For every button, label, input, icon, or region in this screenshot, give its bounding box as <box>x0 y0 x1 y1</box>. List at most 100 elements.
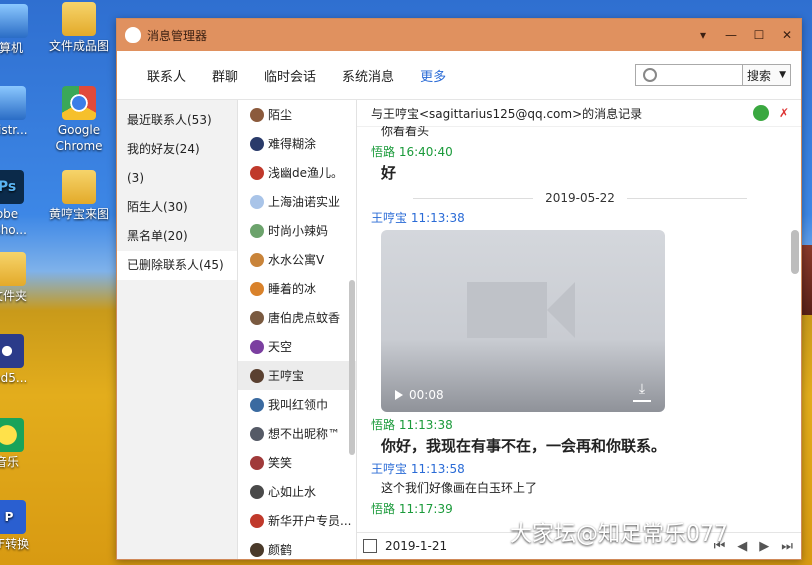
tab-contacts[interactable]: 联系人 <box>147 66 186 85</box>
desktop-icon-label: nistr... <box>0 123 28 137</box>
video-duration-text: 00:08 <box>409 388 444 402</box>
contact-item[interactable]: 心如止水 <box>238 477 356 506</box>
chat-log-header: 与王哼宝<sagittarius125@qq.com>的消息记录 <box>371 106 643 121</box>
avatar <box>250 136 264 151</box>
contact-item[interactable]: 上海油诺实业 <box>238 187 356 216</box>
message-time: 11:13:58 <box>410 462 465 476</box>
computer-icon <box>0 4 28 38</box>
contact-name: 笑笑 <box>268 456 293 470</box>
tab-system-messages[interactable]: 系统消息 <box>342 66 394 85</box>
chevron-down-icon: ▼ <box>779 70 786 80</box>
desktop-icon-pdf[interactable]: P DF转换 <box>0 500 44 552</box>
next-page-button[interactable]: ▶ <box>759 539 769 554</box>
desktop-icon-label: 文件夹 <box>0 289 27 303</box>
contact-list-scrollbar[interactable] <box>349 280 355 455</box>
contact-item[interactable]: 颜鹤 <box>238 535 356 559</box>
refresh-icon[interactable] <box>753 105 769 121</box>
desktop-icon-computer[interactable]: 算机 <box>0 4 46 56</box>
message-text: 你好，我现在有事不在，一会再和你联系。 <box>381 437 667 455</box>
footer-date: 2019-1-21 <box>385 539 448 553</box>
avatar <box>250 484 264 499</box>
contact-item[interactable]: 笑笑 <box>238 448 356 477</box>
video-camera-icon <box>467 282 547 338</box>
contact-item[interactable]: 浅幽de渔儿。 <box>238 158 356 187</box>
contact-name: 我叫红领巾 <box>268 398 329 412</box>
message-time: 11:13:38 <box>398 418 453 432</box>
desktop-icon-autocad[interactable]: cad5... <box>0 334 42 386</box>
desktop-icon-label: 音乐 <box>0 455 19 469</box>
date-separator: 2019-05-22 <box>371 191 789 205</box>
desktop-icon-label: obe osho... <box>0 207 27 237</box>
delete-icon[interactable]: ✗ <box>779 105 795 121</box>
contact-item[interactable]: 时尚小辣妈 <box>238 216 356 245</box>
minimize-button[interactable]: — <box>717 19 745 51</box>
desktop-icon-label: Google Chrome <box>55 123 103 153</box>
calendar-icon[interactable] <box>363 539 377 553</box>
avatar <box>250 223 264 238</box>
contact-name: 上海油诺实业 <box>268 195 341 209</box>
category-item[interactable]: 已删除联系人(45) <box>117 251 237 280</box>
contact-item[interactable]: 难得糊涂 <box>238 129 356 158</box>
desktop-icon-label: 黄哼宝来图 <box>48 207 109 221</box>
last-page-button[interactable]: ⏭ <box>781 539 793 554</box>
avatar <box>250 252 264 267</box>
menu-dropdown-button[interactable]: ▾ <box>689 19 717 51</box>
contact-name: 王哼宝 <box>268 369 305 383</box>
contact-item[interactable]: 睡着的冰 <box>238 274 356 303</box>
video-camera-lens <box>547 282 575 338</box>
category-item[interactable]: 黑名单(20) <box>117 222 237 251</box>
video-duration: 00:08 <box>395 388 444 402</box>
prev-page-button[interactable]: ◀ <box>737 539 747 554</box>
close-button[interactable]: ✕ <box>773 19 801 51</box>
contact-item[interactable]: 新华开户专员... <box>238 506 356 535</box>
contact-name: 睡着的冰 <box>268 282 317 296</box>
avatar <box>250 455 264 470</box>
desktop-icon-music[interactable]: 音乐 <box>0 418 42 470</box>
contact-item[interactable]: 陌尘 <box>238 100 356 129</box>
contact-item[interactable]: 王哼宝 <box>238 361 356 390</box>
desktop-icon-label: 算机 <box>0 41 23 55</box>
autocad-icon <box>0 334 24 368</box>
tab-more[interactable]: 更多 <box>420 66 446 85</box>
category-item[interactable]: 最近联系人(53) <box>117 106 237 135</box>
category-list: 最近联系人(53) 我的好友(24) (3) 陌生人(30) 黑名单(20) 已删除联系人… <box>117 100 238 559</box>
sender-name: 悟路 <box>371 145 396 159</box>
desktop-icon-label: cad5... <box>0 371 28 385</box>
category-item[interactable]: (3) <box>117 164 237 193</box>
desktop-icon-folder-finished[interactable]: 文件成品图 <box>44 2 114 54</box>
sender-name: 王哼宝 <box>371 211 408 225</box>
message-text: 好 <box>381 164 397 182</box>
search-button[interactable]: 搜索 ▼ <box>743 64 791 86</box>
download-icon[interactable]: ⤓ <box>633 382 651 402</box>
category-item[interactable]: 陌生人(30) <box>117 193 237 222</box>
avatar <box>250 368 264 383</box>
message-scrollbar[interactable] <box>791 230 799 274</box>
maximize-button[interactable]: ☐ <box>745 19 773 51</box>
music-icon <box>0 418 24 452</box>
tab-temp-sessions[interactable]: 临时会话 <box>264 66 316 85</box>
avatar <box>250 165 264 180</box>
contact-item[interactable]: 唐伯虎点蚊香 <box>238 303 356 332</box>
desktop-icon-label: 文件成品图 <box>48 39 109 53</box>
desktop-icon-folder-huang[interactable]: 黄哼宝来图 <box>44 170 114 222</box>
tab-groups[interactable]: 群聊 <box>212 66 238 85</box>
desktop-icon-admin[interactable]: nistr... <box>0 86 44 138</box>
watermark: 大家坛@知足常乐077 <box>510 522 728 547</box>
desktop-icon-chrome[interactable]: Google Chrome <box>44 86 114 154</box>
category-item[interactable]: 我的好友(24) <box>117 135 237 164</box>
avatar <box>250 339 264 354</box>
desktop-icon-folder[interactable]: 文件夹 <box>0 252 44 304</box>
contact-item[interactable]: 想不出昵称™ <box>238 419 356 448</box>
contact-item[interactable]: 天空 <box>238 332 356 361</box>
desktop-icon-photoshop[interactable]: Ps obe osho... <box>0 170 42 238</box>
search-icon <box>643 68 657 82</box>
avatar <box>250 107 264 122</box>
contact-item[interactable]: 我叫红领巾 <box>238 390 356 419</box>
video-message[interactable]: 00:08 ⤓ <box>381 230 665 412</box>
contact-name: 水水公寓V <box>268 253 325 267</box>
contact-item[interactable]: 水水公寓V <box>238 245 356 274</box>
qq-penguin-icon <box>125 27 141 43</box>
message-sender-line: 王哼宝 11:13:38 <box>371 209 789 226</box>
avatar <box>250 194 264 209</box>
title-bar[interactable]: 消息管理器 ▾ — ☐ ✕ <box>117 19 801 51</box>
